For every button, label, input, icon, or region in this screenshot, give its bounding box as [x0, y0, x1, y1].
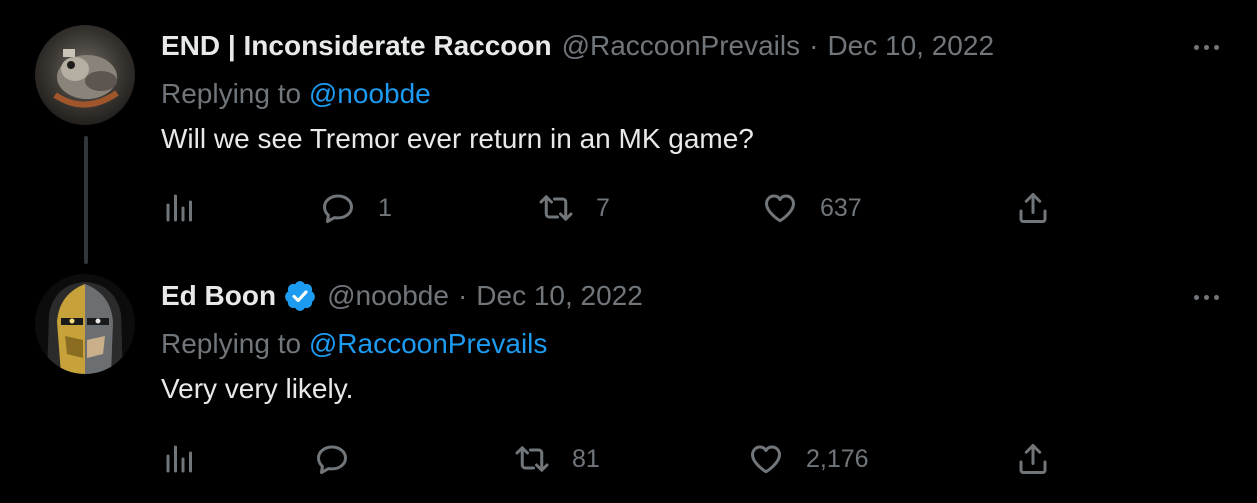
like-count: 2,176 — [806, 444, 869, 473]
analytics-icon — [166, 194, 192, 222]
tweet[interactable]: END | Inconsiderate Raccoon @RaccoonPrev… — [0, 0, 1257, 264]
avatar[interactable] — [35, 274, 135, 374]
display-name[interactable]: Ed Boon — [161, 279, 276, 313]
display-name[interactable]: END | Inconsiderate Raccoon — [161, 29, 552, 63]
analytics-button[interactable] — [162, 439, 198, 479]
reply-button[interactable]: 1 — [320, 188, 392, 228]
replying-label: Replying to — [161, 328, 302, 359]
user-handle[interactable]: @noobde — [327, 279, 449, 313]
tweet-date[interactable]: Dec 10, 2022 — [476, 279, 643, 313]
action-bar: 1 7 637 — [0, 188, 1257, 228]
tweet-text: Very very likely. — [161, 373, 354, 404]
like-icon — [751, 445, 781, 474]
share-button[interactable] — [1015, 188, 1051, 228]
reply-icon — [323, 194, 353, 223]
retweet-icon — [539, 195, 573, 221]
like-button[interactable]: 2,176 — [748, 439, 869, 479]
retweet-count: 7 — [596, 193, 610, 222]
share-button[interactable] — [1015, 439, 1051, 479]
retweet-icon — [515, 446, 549, 472]
separator-dot: · — [457, 280, 468, 311]
replying-to: Replying to @RaccoonPrevails — [161, 327, 547, 361]
avatar[interactable] — [35, 25, 135, 125]
more-icon[interactable] — [1194, 287, 1219, 307]
tweet-header: Ed Boon @noobde · Dec 10, 2022 — [161, 279, 643, 313]
tweet-header: END | Inconsiderate Raccoon @RaccoonPrev… — [161, 29, 994, 63]
mention-link[interactable]: @noobde — [309, 78, 431, 109]
tweet-text: Will we see Tremor ever return in an MK … — [161, 123, 754, 154]
like-icon — [765, 194, 795, 223]
verified-badge-icon — [285, 281, 315, 311]
tweet-date[interactable]: Dec 10, 2022 — [827, 29, 994, 63]
share-icon — [1019, 193, 1047, 223]
user-handle[interactable]: @RaccoonPrevails — [562, 29, 801, 63]
reply-count: 1 — [378, 193, 392, 222]
more-icon[interactable] — [1194, 37, 1219, 57]
analytics-icon — [166, 445, 192, 473]
tweet[interactable]: Ed Boon @noobde · Dec 10, 2022 Replying … — [0, 250, 1257, 503]
action-bar: 81 2,176 — [0, 439, 1257, 479]
analytics-button[interactable] — [162, 188, 198, 228]
mention-link[interactable]: @RaccoonPrevails — [309, 328, 548, 359]
reply-button[interactable] — [314, 439, 372, 479]
retweet-button[interactable]: 7 — [538, 188, 610, 228]
retweet-count: 81 — [572, 444, 600, 473]
retweet-button[interactable]: 81 — [514, 439, 600, 479]
replying-to: Replying to @noobde — [161, 77, 431, 111]
separator-dot: · — [809, 30, 819, 61]
like-count: 637 — [820, 193, 862, 222]
share-icon — [1019, 444, 1047, 474]
reply-icon — [317, 445, 347, 474]
like-button[interactable]: 637 — [762, 188, 862, 228]
replying-label: Replying to — [161, 78, 302, 109]
